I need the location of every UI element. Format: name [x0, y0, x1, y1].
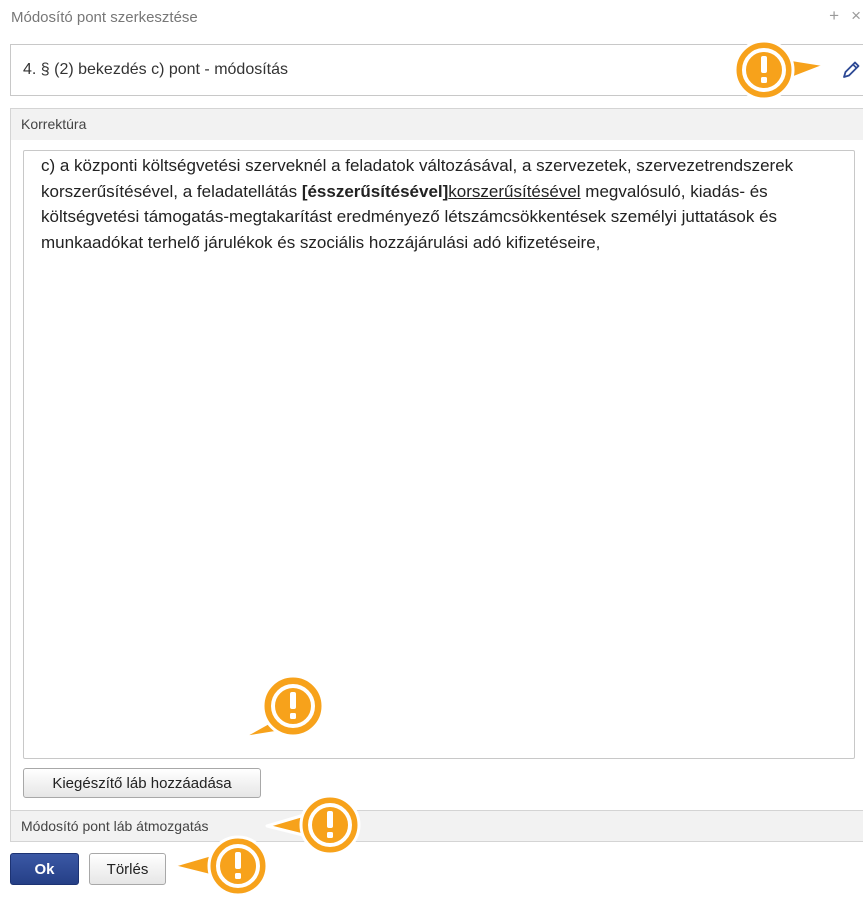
- point-title: 4. § (2) bekezdés c) pont - módosítás: [23, 61, 289, 78]
- close-icon[interactable]: ×: [851, 6, 861, 26]
- korrektura-section-header[interactable]: Korrektúra: [10, 108, 863, 141]
- add-footer-button[interactable]: Kiegészítő láb hozzáadása: [23, 768, 261, 798]
- deleted-text: [ésszerűsítésével]: [301, 181, 449, 201]
- warning-callout-icon: [170, 835, 269, 897]
- delete-button[interactable]: Törlés: [89, 853, 166, 885]
- window-controls: + ×: [829, 6, 863, 26]
- korrektura-panel: c) a központi költségvetési szerveknél a…: [10, 140, 863, 810]
- warning-callout-icon: [265, 794, 361, 856]
- korrektura-text-editor[interactable]: c) a központi költségvetési szerveknél a…: [23, 150, 855, 759]
- pencil-icon[interactable]: [840, 59, 862, 81]
- warning-callout-icon: [239, 674, 325, 740]
- warning-callout-icon: [733, 39, 828, 101]
- ok-button[interactable]: Ok: [10, 853, 79, 885]
- add-icon[interactable]: +: [829, 6, 839, 26]
- inserted-text: korszerűsítésével: [448, 181, 581, 201]
- footer-move-section-header[interactable]: Módosító pont láb átmozgatás: [10, 810, 863, 842]
- dialog-title: Módosító pont szerkesztése: [11, 9, 198, 26]
